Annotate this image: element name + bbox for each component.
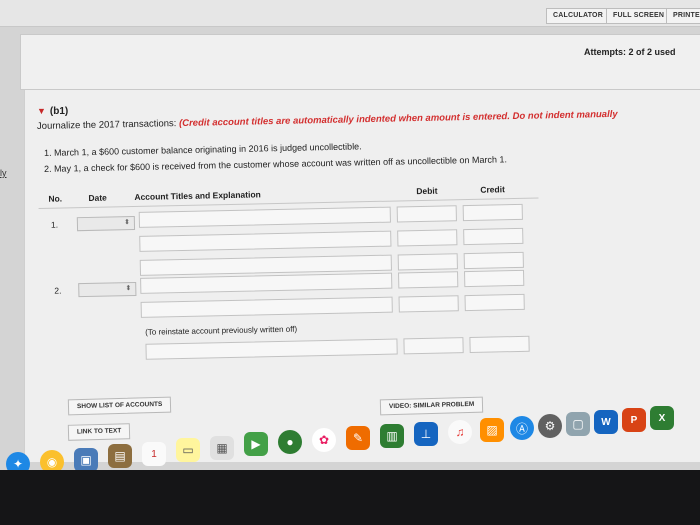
- header-no: No.: [48, 193, 63, 204]
- side-link[interactable]: ly: [0, 168, 7, 178]
- notes-icon[interactable]: ▭: [176, 438, 200, 462]
- row-1-date-select[interactable]: ⬍: [76, 215, 136, 232]
- row-1-credit-input[interactable]: [462, 203, 523, 222]
- row-1c-credit-input[interactable]: [463, 251, 524, 270]
- journal-table: No. Date Account Titles and Explanation …: [38, 167, 682, 370]
- macos-dock: ✦ ◉ ▣ ▤ 1 ▭ ▦ ▶ ● ✿ ✎ ▥ ⊥ ♫ ▨ Ⓐ ⚙ ▢ W P …: [0, 400, 700, 470]
- pages-icon[interactable]: ✎: [346, 426, 370, 450]
- row-1-number: 1.: [50, 219, 59, 230]
- finder-window-icon[interactable]: ▢: [566, 412, 590, 436]
- chrome-icon[interactable]: ◉: [40, 450, 64, 470]
- row-2c-account-input[interactable]: [145, 338, 398, 360]
- settings-icon[interactable]: ⚙: [538, 414, 562, 438]
- print-button[interactable]: PRINTE: [666, 8, 700, 24]
- excel-letter: X: [658, 412, 666, 424]
- reinstate-memo: (To reinstate account previously written…: [145, 324, 298, 337]
- safari-icon[interactable]: ✦: [6, 452, 30, 470]
- photos-app-icon[interactable]: ✿: [312, 428, 336, 452]
- row-1b-account-input[interactable]: [139, 230, 392, 252]
- books-icon[interactable]: ▨: [480, 418, 504, 442]
- calendar-icon[interactable]: 1: [142, 442, 166, 466]
- row-2c-credit-input[interactable]: [469, 335, 530, 353]
- row-2-date-select[interactable]: ⬍: [78, 281, 137, 298]
- powerpoint-icon[interactable]: P: [622, 408, 646, 432]
- row-2-number: 2.: [54, 285, 62, 296]
- select-arrow-icon: ⬍: [125, 285, 132, 293]
- notebook-icon[interactable]: ▤: [108, 444, 132, 468]
- collapse-triangle-icon[interactable]: ▼: [37, 106, 46, 116]
- music-icon[interactable]: ♫: [448, 420, 472, 444]
- header-credit: Credit: [480, 184, 505, 195]
- row-2c-debit-input[interactable]: [403, 337, 464, 355]
- row-2b-account-input[interactable]: [140, 296, 393, 318]
- full-screen-button[interactable]: FULL SCREEN: [606, 8, 672, 24]
- messages-icon[interactable]: ●: [278, 430, 302, 454]
- row-1b-debit-input[interactable]: [397, 229, 458, 247]
- header-date: Date: [88, 192, 107, 203]
- calendar-day: 1: [151, 448, 157, 460]
- section-header[interactable]: ▼ (b1): [37, 106, 68, 117]
- powerpoint-letter: P: [630, 414, 638, 426]
- header-debit: Debit: [416, 185, 438, 197]
- excel-icon[interactable]: X: [650, 406, 674, 430]
- appstore-icon[interactable]: Ⓐ: [510, 416, 534, 440]
- section-title: (b1): [49, 106, 69, 117]
- photos-icon[interactable]: ▦: [210, 436, 234, 460]
- attempts-panel: [20, 34, 700, 90]
- row-1-account-input[interactable]: [138, 206, 391, 228]
- top-toolbar: CALCULATOR FULL SCREEN PRINTE: [0, 0, 700, 27]
- facetime-icon[interactable]: ▶: [244, 432, 268, 456]
- laptop-bezel: [0, 470, 700, 525]
- browser-screen: CALCULATOR FULL SCREEN PRINTE Attempts: …: [0, 0, 700, 470]
- header-account: Account Titles and Explanation: [134, 189, 261, 202]
- row-2b-credit-input[interactable]: [464, 293, 525, 312]
- preview-icon[interactable]: ▣: [74, 448, 98, 470]
- word-icon[interactable]: W: [594, 410, 618, 434]
- row-2-debit-input[interactable]: [398, 271, 459, 289]
- keynote-icon[interactable]: ⊥: [414, 422, 438, 446]
- row-1-debit-input[interactable]: [396, 205, 457, 223]
- row-2b-debit-input[interactable]: [398, 295, 459, 313]
- row-2-credit-input[interactable]: [464, 269, 525, 288]
- numbers-icon[interactable]: ▥: [380, 424, 404, 448]
- row-2-account-input[interactable]: [140, 272, 393, 294]
- row-1c-debit-input[interactable]: [397, 253, 458, 271]
- select-arrow-icon: ⬍: [123, 219, 130, 227]
- calculator-button[interactable]: CALCULATOR: [546, 8, 610, 24]
- attempts-label: Attempts: 2 of 2 used: [584, 47, 676, 57]
- word-letter: W: [601, 416, 611, 428]
- row-1b-credit-input[interactable]: [463, 227, 524, 246]
